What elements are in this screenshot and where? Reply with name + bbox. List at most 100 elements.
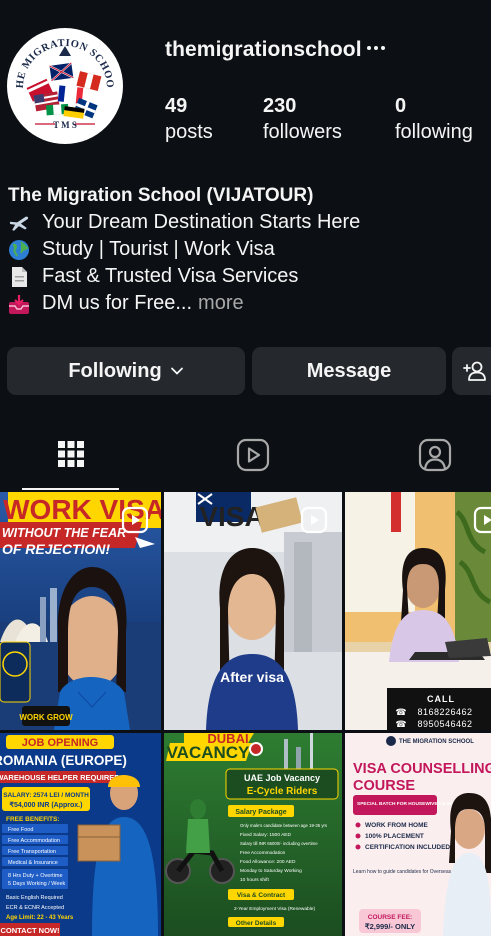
- suggested-users-button[interactable]: [452, 347, 491, 395]
- svg-text:COURSE FEE:: COURSE FEE:: [368, 914, 412, 921]
- svg-text:8950546462: 8950546462: [417, 719, 472, 729]
- profile-bio: The Migration School (VIJATOUR) Your Dre…: [8, 183, 483, 317]
- bio-line-text: Fast & Trusted Visa Services: [42, 265, 299, 287]
- svg-text:VISA COUNSELLING: VISA COUNSELLING: [353, 761, 491, 777]
- svg-text:After visa: After visa: [220, 669, 284, 685]
- svg-text:₹54,000 INR (Approx.): ₹54,000 INR (Approx.): [10, 801, 83, 809]
- svg-text:Free Accommodation: Free Accommodation: [240, 850, 286, 856]
- svg-text:Other Details: Other Details: [236, 920, 277, 927]
- reel-badge-icon: [473, 506, 491, 534]
- svg-text:Only male's candidate between: Only male's candidate between age 19-35 …: [240, 823, 327, 828]
- post-tile[interactable]: CALL ☎ 8168226462 ☎ 8950546462: [345, 492, 491, 730]
- profile-tabs: [0, 420, 491, 490]
- reel-badge-icon: [121, 506, 149, 534]
- bio-line: Study | Tourist | Work Visa: [8, 236, 483, 263]
- svg-text:THE MIGRATION SCHOOL: THE MIGRATION SCHOOL: [399, 739, 474, 745]
- svg-text:Monday to Saturday Working: Monday to Saturday Working: [240, 868, 302, 874]
- svg-text:☎: ☎: [395, 708, 406, 718]
- svg-text:2-Year Employment Visa (Renewa: 2-Year Employment Visa (Renewable): [234, 906, 315, 912]
- stat-followers-count: 230: [263, 95, 297, 117]
- globe-icon: [8, 239, 30, 261]
- add-user-icon: [463, 361, 486, 381]
- post-tile[interactable]: THE MIGRATION SCHOOL VISA COUNSELLING CO…: [345, 733, 491, 936]
- bio-line: Fast & Trusted Visa Services: [8, 263, 483, 290]
- stat-posts-label: posts: [165, 121, 213, 143]
- following-button[interactable]: Following: [7, 347, 245, 395]
- profile-avatar[interactable]: THE MIGRATION SCHOOL: [7, 28, 123, 144]
- grid-icon: [57, 441, 84, 467]
- bio-more-link[interactable]: more: [198, 290, 244, 317]
- more-options-icon[interactable]: [364, 36, 388, 60]
- profile-header: THE MIGRATION SCHOOL: [0, 0, 491, 170]
- message-button-label: Message: [306, 359, 392, 382]
- bio-line-text: DM us for Free...: [42, 292, 193, 314]
- svg-text:₹2,999/- ONLY: ₹2,999/- ONLY: [365, 922, 415, 931]
- following-button-label: Following: [68, 359, 162, 382]
- svg-text:WITHOUT THE FEAR: WITHOUT THE FEAR: [2, 526, 126, 540]
- svg-text:Visa & Contract: Visa & Contract: [237, 892, 286, 899]
- tab-reels[interactable]: [204, 420, 301, 490]
- post-tile[interactable]: JOB OPENING ROMANIA (EUROPE) WAREHOUSE H…: [0, 733, 161, 936]
- post-thumbnail: CALL ☎ 8168226462 ☎ 8950546462: [345, 492, 491, 730]
- svg-text:T M S: T M S: [53, 120, 77, 130]
- post-thumbnail: DUBAI VACANCY UAE Job Vacancy E-Cycle Ri…: [164, 733, 342, 936]
- svg-text:OF REJECTION!: OF REJECTION!: [2, 541, 110, 557]
- svg-text:Free Food: Free Food: [8, 827, 33, 833]
- svg-text:Free Transportation: Free Transportation: [8, 849, 56, 855]
- stat-followers[interactable]: 230 followers: [263, 94, 342, 146]
- svg-text:Free Accommodation: Free Accommodation: [8, 838, 60, 844]
- migration-school-logo: THE MIGRATION SCHOOL: [7, 28, 121, 142]
- chevron-down-icon: [170, 367, 183, 375]
- tab-tagged[interactable]: [386, 420, 483, 490]
- svg-text:8 Hrs Duty + Overtime: 8 Hrs Duty + Overtime: [8, 873, 63, 879]
- svg-text:☎: ☎: [395, 720, 406, 730]
- post-tile[interactable]: DUBAI VACANCY UAE Job Vacancy E-Cycle Ri…: [164, 733, 342, 936]
- svg-text:WORK FROM HOME: WORK FROM HOME: [365, 822, 428, 829]
- svg-text:Salary till INR 65000/- includ: Salary till INR 65000/- including overti…: [240, 841, 318, 846]
- post-tile[interactable]: WORK VISA WITHOUT THE FEAR OF REJECTION!…: [0, 492, 161, 730]
- svg-text:ROMANIA (EUROPE): ROMANIA (EUROPE): [0, 753, 127, 768]
- reels-icon: [236, 438, 269, 472]
- inbox-icon: [8, 293, 30, 315]
- document-icon: [8, 266, 30, 288]
- stat-following-label: following: [395, 121, 473, 143]
- svg-text:WORK GROW: WORK GROW: [19, 713, 73, 722]
- svg-text:Medical & Insurance: Medical & Insurance: [8, 860, 58, 866]
- stat-posts: 49 posts: [165, 94, 213, 146]
- svg-text:Salary Package: Salary Package: [235, 809, 286, 816]
- svg-text:CERTIFICATION INCLUDED: CERTIFICATION INCLUDED: [365, 844, 450, 851]
- svg-text:VACANCY: VACANCY: [167, 743, 250, 762]
- bio-line-text: Study | Tourist | Work Visa: [42, 238, 275, 260]
- svg-text:UAE Job Vacancy: UAE Job Vacancy: [244, 773, 320, 783]
- svg-text:Food Allowance: 200 AED: Food Allowance: 200 AED: [240, 859, 296, 865]
- svg-text:CALL: CALL: [427, 694, 455, 704]
- svg-text:COURSE: COURSE: [353, 778, 415, 794]
- svg-text:10 hours shift: 10 hours shift: [240, 877, 269, 883]
- bio-line: DM us for Free... more: [8, 290, 483, 317]
- message-button[interactable]: Message: [252, 347, 446, 395]
- reel-badge-icon: [300, 506, 328, 534]
- svg-text:5 Days Working / Week: 5 Days Working / Week: [8, 881, 66, 887]
- post-thumbnail: JOB OPENING ROMANIA (EUROPE) WAREHOUSE H…: [0, 733, 161, 936]
- tab-posts[interactable]: [22, 420, 119, 490]
- svg-text:VISA: VISA: [199, 501, 264, 532]
- svg-text:100% PLACEMENT: 100% PLACEMENT: [365, 833, 424, 840]
- stat-followers-label: followers: [263, 121, 342, 143]
- svg-text:Basic English Required: Basic English Required: [6, 895, 63, 901]
- svg-text:Age Limit: 22 - 43 Years: Age Limit: 22 - 43 Years: [6, 915, 74, 921]
- profile-full-name: The Migration School (VIJATOUR): [8, 185, 314, 206]
- svg-text:8168226462: 8168226462: [417, 707, 472, 717]
- svg-text:CONTACT NOW!: CONTACT NOW!: [0, 926, 59, 935]
- bio-line-text: Your Dream Destination Starts Here: [42, 211, 361, 233]
- svg-text:SALARY: 2574 LEI / MONTH: SALARY: 2574 LEI / MONTH: [3, 792, 89, 799]
- post-tile[interactable]: VISA After visa: [164, 492, 342, 730]
- svg-text:E-Cycle Riders: E-Cycle Riders: [247, 786, 318, 797]
- stat-following-count: 0: [395, 95, 407, 117]
- tagged-icon: [418, 438, 451, 472]
- post-thumbnail: THE MIGRATION SCHOOL VISA COUNSELLING CO…: [345, 733, 491, 936]
- profile-username: themigrationschool: [165, 38, 362, 61]
- svg-text:Fixed Salary: 1500 AED: Fixed Salary: 1500 AED: [240, 832, 291, 838]
- stat-following[interactable]: 0 following: [395, 94, 473, 146]
- stat-posts-count: 49: [165, 95, 188, 117]
- svg-text:SPECIAL BATCH FOR HOUSEWIVES &: SPECIAL BATCH FOR HOUSEWIVES & WOMEN: [357, 801, 466, 807]
